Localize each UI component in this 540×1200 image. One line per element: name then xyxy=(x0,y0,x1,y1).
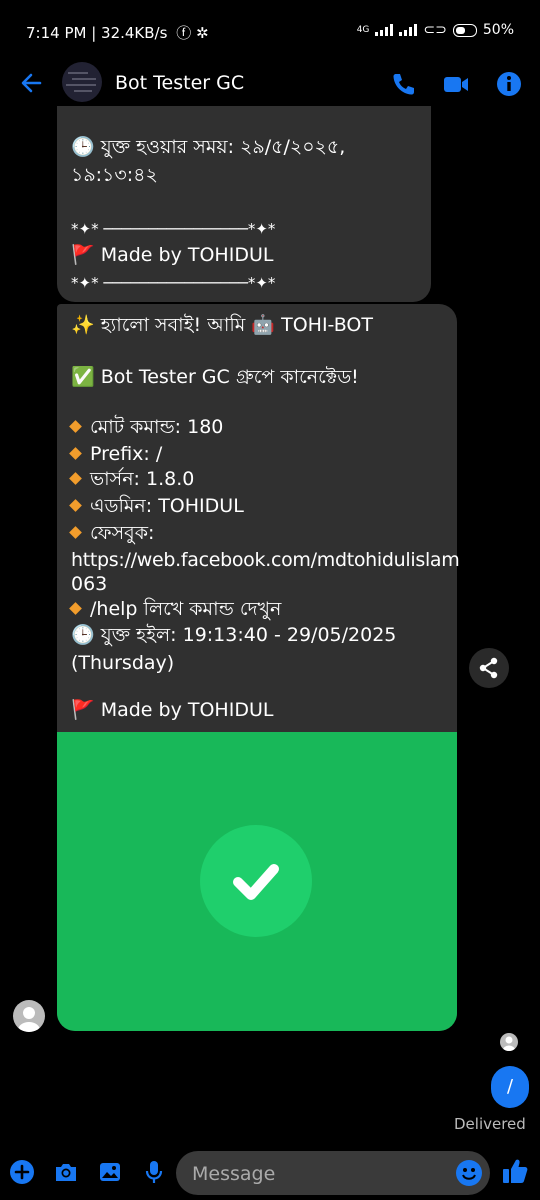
battery-icon xyxy=(452,23,477,37)
user-icon xyxy=(503,1036,515,1051)
seen-avatar xyxy=(500,1033,518,1051)
signal-icon xyxy=(375,24,394,36)
chat-title[interactable]: Bot Tester GC xyxy=(115,72,244,94)
group-avatar[interactable] xyxy=(62,62,102,102)
message-line: *✦* ────────────────*✦* xyxy=(71,220,276,238)
link-icon: ⊂⊃ xyxy=(423,22,447,38)
share-button[interactable] xyxy=(469,648,509,688)
status-bar: 7:14 PM | 32.4KB/s ⓕ ✲ 4G ⊂⊃ 50% xyxy=(0,0,540,64)
check-circle xyxy=(200,825,312,937)
video-call-icon[interactable] xyxy=(441,69,471,99)
network-label: 4G xyxy=(356,25,370,35)
user-icon xyxy=(18,1007,40,1032)
checkmark-icon xyxy=(233,864,279,900)
message-input-box[interactable] xyxy=(176,1151,490,1195)
info-item: এডমিন: TOHIDUL xyxy=(69,493,244,519)
like-icon[interactable] xyxy=(501,1156,529,1186)
help-line: /help লিখে কমান্ড দেখুন xyxy=(69,596,281,622)
diamond-icon xyxy=(69,526,82,539)
phone-icon[interactable] xyxy=(388,69,418,99)
sent-message-bubble[interactable]: / xyxy=(491,1066,529,1108)
emoji-button[interactable] xyxy=(456,1160,482,1186)
info-item: Prefix: / xyxy=(69,441,162,467)
share-icon xyxy=(479,657,498,679)
facebook-link[interactable]: https://web.facebook.com/mdtohidulislam xyxy=(71,547,460,573)
message-line: ১৯:১৩:৪২ xyxy=(71,164,158,186)
message-input[interactable] xyxy=(190,1161,444,1187)
diamond-icon xyxy=(69,472,82,485)
sent-message-text: / xyxy=(506,1076,514,1097)
attached-image[interactable] xyxy=(57,732,457,1031)
message-line: *✦* ────────────────*✦* xyxy=(71,274,276,292)
diamond-icon xyxy=(69,602,82,615)
gallery-icon[interactable] xyxy=(96,1158,124,1186)
status-icons-left: ⓕ ✲ xyxy=(176,24,209,42)
message-bubble-2[interactable]: ✨ হ্যালো সবাই! আমি 🤖 TOHI-BOT ✅ Bot Test… xyxy=(57,304,460,1031)
info-item: ভার্সন: 1.8.0 xyxy=(69,466,194,492)
message-line: 🚩 Made by TOHIDUL xyxy=(71,244,274,266)
connected-line: ✅ Bot Tester GC গ্রুপে কানেক্টেড! xyxy=(71,366,359,388)
status-time: 7:14 PM | 32.4KB/s xyxy=(26,24,168,42)
message-line: 🕒 যুক্ত হওয়ার সময়: ২৯/৫/২০২৫, xyxy=(71,136,346,158)
back-arrow-icon[interactable] xyxy=(18,69,46,97)
sender-avatar[interactable] xyxy=(13,1000,45,1032)
info-item: মোট কমান্ড: 180 xyxy=(69,414,223,440)
battery-level: 50% xyxy=(482,22,514,38)
diamond-icon xyxy=(69,420,82,433)
delivery-status: Delivered xyxy=(454,1115,526,1133)
greeting-line: ✨ হ্যালো সবাই! আমি 🤖 TOHI-BOT xyxy=(71,314,373,336)
add-icon[interactable] xyxy=(8,1158,36,1186)
chat-header: Bot Tester GC xyxy=(0,60,540,106)
facebook-link-cont[interactable]: 063 xyxy=(71,571,107,597)
message-bubble-1[interactable]: 🕒 যুক্ত হওয়ার সময়: ২৯/৫/২০২৫, ১৯:১৩:৪২… xyxy=(57,80,431,302)
microphone-icon[interactable] xyxy=(140,1158,168,1186)
signal2-icon xyxy=(399,24,418,36)
joined-line: 🕒 যুক্ত হইল: 19:13:40 - 29/05/2025 xyxy=(71,624,397,646)
status-right: 4G ⊂⊃ 50% xyxy=(357,22,514,38)
info-icon[interactable] xyxy=(494,69,524,99)
emoji-icon xyxy=(462,1168,476,1180)
day-line: (Thursday) xyxy=(71,652,175,674)
diamond-icon xyxy=(69,499,82,512)
made-by-line: 🚩 Made by TOHIDUL xyxy=(71,699,274,721)
camera-icon[interactable] xyxy=(52,1158,80,1186)
diamond-icon xyxy=(69,447,82,460)
info-item: ফেসবুক: xyxy=(69,520,154,546)
